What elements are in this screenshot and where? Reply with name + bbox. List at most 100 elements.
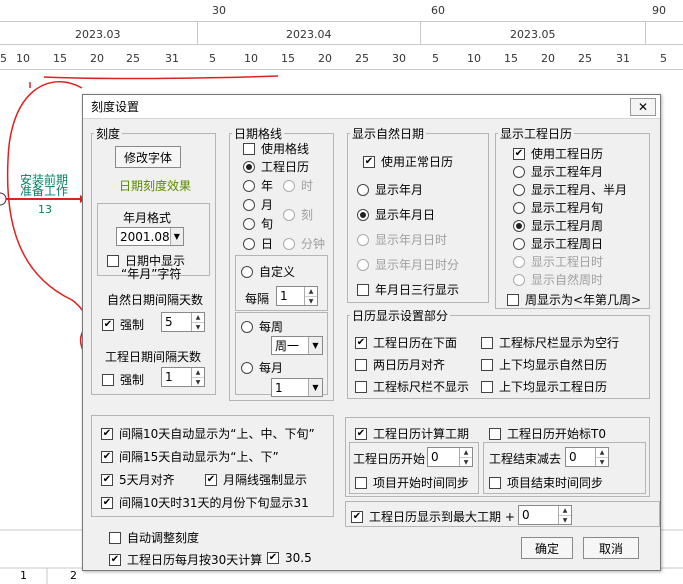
natural-week-hour-radio[interactable]: 显示自然周时: [513, 271, 603, 288]
project-force-checkbox[interactable]: 强制: [102, 371, 144, 388]
project-interval-stepper[interactable]: 1 ▲ ▼: [161, 367, 205, 387]
both-natural-checkbox[interactable]: 上下均显示自然日历: [481, 356, 607, 373]
grid-ten-days-radio[interactable]: 旬: [243, 215, 273, 232]
checkbox-box: ✔: [513, 147, 525, 160]
spin-down-icon[interactable]: ▼: [192, 377, 204, 387]
grid-month-radio[interactable]: 月: [243, 196, 273, 213]
ok-button[interactable]: 确定: [521, 537, 573, 559]
grid-weekly-radio[interactable]: 每周: [241, 318, 283, 335]
radio-circle: [513, 237, 525, 250]
sync-start-checkbox[interactable]: 项目开始时间同步: [355, 474, 469, 491]
spin-down-icon[interactable]: ▼: [596, 457, 608, 467]
calc-period-checkbox[interactable]: ✔ 工程日历计算工期: [355, 425, 469, 442]
spin-down-icon[interactable]: ▼: [559, 515, 571, 525]
checkbox-box: [481, 380, 493, 393]
grid-day-radio[interactable]: 日: [243, 235, 273, 252]
cancel-button[interactable]: 取消: [583, 537, 639, 559]
checkbox-box: ✔: [351, 510, 363, 523]
spin-up-icon[interactable]: ▲: [559, 506, 571, 515]
natural-force-checkbox[interactable]: ✔ 强制: [102, 316, 144, 333]
spin-up-icon[interactable]: ▲: [305, 287, 317, 296]
spin-up-icon[interactable]: ▲: [192, 368, 204, 377]
checkbox-box: [102, 373, 114, 386]
project-ym-radio[interactable]: 显示工程年月: [513, 163, 603, 180]
align-two-checkbox[interactable]: 两日历月对齐: [355, 356, 445, 373]
project-ten-days-radio[interactable]: 显示工程月旬: [513, 199, 603, 216]
project-below-checkbox[interactable]: ✔ 工程日历在下面: [355, 334, 457, 351]
checkbox-box: [357, 283, 369, 296]
spin-up-icon[interactable]: ▲: [596, 448, 608, 457]
natural-ymd-hour-min-radio[interactable]: 显示年月日时分: [357, 256, 459, 273]
spin-down-icon[interactable]: ▼: [460, 457, 472, 467]
grid-year-radio[interactable]: 年: [243, 177, 273, 194]
checkbox-box: ✔: [355, 427, 367, 440]
month-day-select[interactable]: 1 ▼: [271, 378, 323, 397]
natural-interval-stepper[interactable]: 5 ▲ ▼: [161, 312, 205, 332]
natural-ymd-hour-radio[interactable]: 显示年月日时: [357, 231, 447, 248]
natural-year-month-radio[interactable]: 显示年月: [357, 181, 423, 198]
radio-circle: [513, 165, 525, 178]
ruler-blank-checkbox[interactable]: 工程标尺栏显示为空行: [481, 334, 619, 351]
project-week-radio[interactable]: 显示工程月周: [513, 217, 603, 234]
value-30-5-checkbox[interactable]: ✔ 30.5: [267, 551, 312, 565]
max-period-checkbox[interactable]: ✔ 工程日历显示到最大工期 +: [351, 508, 515, 525]
weekday-select[interactable]: 周一 ▼: [271, 336, 323, 355]
both-project-checkbox[interactable]: 上下均显示工程日历: [481, 378, 607, 395]
grid-project-calendar-radio[interactable]: 工程日历: [243, 158, 309, 175]
natural-interval-label: 自然日期间隔天数: [107, 293, 204, 307]
calendar-display-legend: 日历显示设置部分: [352, 309, 449, 323]
start-stepper[interactable]: 0 ▲ ▼: [427, 447, 473, 467]
use-project-calendar-checkbox[interactable]: ✔ 使用工程日历: [513, 145, 603, 162]
use-normal-calendar-checkbox[interactable]: ✔ 使用正常日历: [363, 153, 453, 170]
checkbox-box: [355, 358, 367, 371]
grid-custom-radio[interactable]: 自定义: [241, 263, 295, 280]
week-format-checkbox[interactable]: 周显示为<年第几周>: [507, 291, 641, 308]
checkbox-box: ✔: [101, 450, 113, 463]
spin-up-icon[interactable]: ▲: [192, 313, 204, 322]
max-period-stepper[interactable]: 0 ▲ ▼: [518, 505, 572, 525]
radio-circle: [513, 201, 525, 214]
checkbox-box: [109, 531, 121, 544]
end-stepper[interactable]: 0 ▲ ▼: [565, 447, 609, 467]
five-day-align-checkbox[interactable]: ✔ 5天月对齐: [101, 471, 175, 488]
grid-hour-radio[interactable]: 时: [283, 177, 313, 194]
project-week-day-radio[interactable]: 显示工程周日: [513, 235, 603, 252]
checkbox-box: [355, 476, 367, 489]
month-force-checkbox[interactable]: ✔ 月隔线强制显示: [205, 471, 307, 488]
checkbox-box: [489, 427, 501, 440]
every-stepper[interactable]: 1 ▲ ▼: [276, 286, 318, 306]
task-label: 准备工作: [20, 184, 69, 198]
every-label: 每隔: [245, 292, 270, 306]
spin-down-icon[interactable]: ▼: [192, 322, 204, 332]
use-grid-checkbox[interactable]: 使用格线: [243, 140, 309, 157]
natural-ymd-radio[interactable]: 显示年月日: [357, 206, 435, 223]
grid-quarter-radio[interactable]: 刻: [283, 206, 313, 223]
dialog-titlebar: 刻度设置: [83, 95, 660, 119]
bottom-ruler-label: 2: [70, 569, 77, 582]
spin-up-icon[interactable]: ▲: [460, 448, 472, 457]
spin-down-icon[interactable]: ▼: [305, 296, 317, 306]
change-font-button[interactable]: 修改字体: [115, 146, 181, 168]
auto-15-checkbox[interactable]: ✔ 间隔15天自动显示为“上、下”: [101, 448, 279, 465]
ruler-hidden-checkbox[interactable]: 工程标尺栏不显示: [355, 378, 469, 395]
sync-end-checkbox[interactable]: 项目结束时间同步: [489, 474, 603, 491]
auto-10-checkbox[interactable]: ✔ 间隔10天自动显示为“上、中、下旬”: [101, 425, 315, 442]
project-day-hour-radio[interactable]: 显示工程日时: [513, 253, 603, 270]
three-rows-checkbox[interactable]: 年月日三行显示: [357, 281, 459, 298]
grid-minute-radio[interactable]: 分钟: [283, 235, 325, 252]
year-format-select[interactable]: 2001.08 ▼: [116, 227, 184, 246]
project-ym-half-radio[interactable]: 显示工程月、半月: [513, 181, 627, 198]
checkbox-box: [489, 476, 501, 489]
checkbox-box: ✔: [267, 552, 279, 564]
monthly-30-checkbox[interactable]: ✔ 工程日历每月按30天计算: [109, 551, 262, 568]
checkbox-box: [355, 380, 367, 393]
close-button[interactable]: ✕: [630, 98, 656, 116]
chevron-down-icon: ▼: [308, 337, 322, 354]
start-t0-checkbox[interactable]: 工程日历开始标T0: [489, 425, 606, 442]
show-31-checkbox[interactable]: ✔ 间隔10天时31天的月份下旬显示31: [101, 494, 309, 511]
scale-legend: 刻度: [96, 127, 121, 141]
checkbox-box: [243, 142, 255, 155]
auto-adjust-checkbox[interactable]: 自动调整刻度: [109, 529, 199, 546]
task-duration: 13: [38, 203, 52, 216]
grid-monthly-radio[interactable]: 每月: [241, 359, 283, 376]
